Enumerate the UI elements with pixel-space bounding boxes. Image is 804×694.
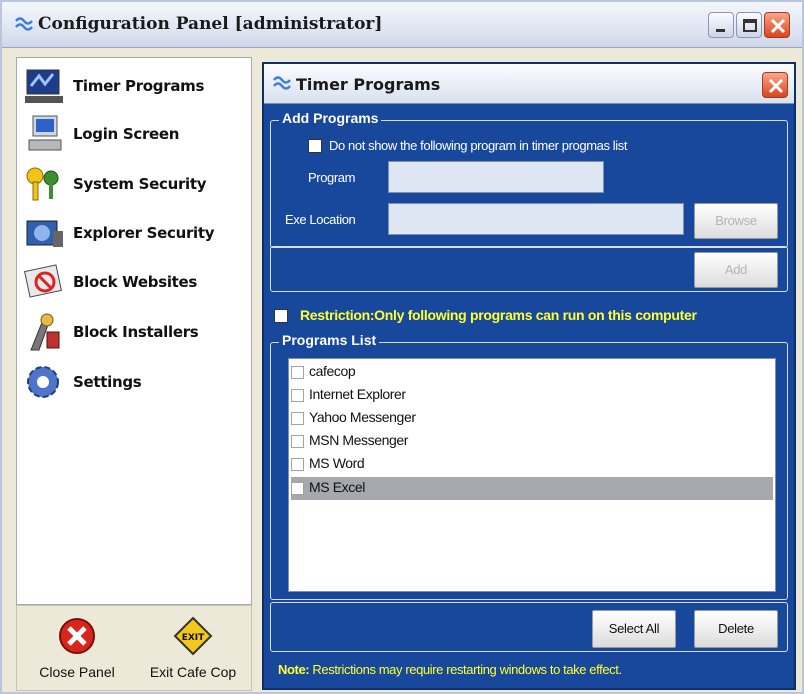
programs-list-group-label: Programs List — [279, 332, 380, 348]
list-item-label: MSN Messenger — [309, 432, 409, 448]
list-item-selected[interactable]: MS Excel — [291, 477, 773, 500]
sidebar-item-label: Timer Programs — [73, 77, 205, 95]
sidebar-item-timer-programs[interactable]: Timer Programs — [17, 62, 253, 110]
keys-icon — [26, 167, 59, 201]
sidebar-item-label: Block Websites — [73, 273, 198, 291]
list-item-checkbox[interactable] — [291, 435, 304, 448]
sidebar-item-label: Block Installers — [73, 323, 199, 341]
cafe-cop-app-icon — [15, 17, 33, 31]
restriction-checkbox[interactable] — [274, 309, 288, 323]
close-circle-icon — [59, 618, 95, 654]
list-item-label: cafecop — [309, 363, 356, 379]
sidebar-item-label: Login Screen — [73, 125, 180, 143]
programs-listbox[interactable]: cafecop Internet Explorer Yahoo Messenge… — [288, 358, 776, 592]
exit-cafe-cop-button[interactable]: EXIT Exit Cafe Cop — [143, 610, 243, 688]
hide-program-checkbox-label: Do not show the following program in tim… — [329, 138, 628, 153]
exe-location-input[interactable] — [388, 203, 684, 235]
minimize-icon — [716, 29, 725, 32]
sidebar-item-label: Explorer Security — [73, 224, 215, 242]
list-item[interactable]: Internet Explorer — [291, 384, 773, 407]
delete-button[interactable]: Delete — [694, 610, 778, 648]
list-item-label: Internet Explorer — [309, 386, 406, 402]
list-item-checkbox[interactable] — [291, 366, 304, 379]
title-bar[interactable]: Configuration Panel [administrator] — [2, 2, 802, 48]
list-item-label: MS Word — [309, 455, 365, 471]
config-panel-window: Configuration Panel [administrator] Time… — [0, 0, 804, 694]
cafe-cop-app-icon — [273, 76, 291, 90]
gear-icon — [27, 366, 59, 398]
block-installers-icon — [30, 313, 60, 351]
exit-cafe-cop-label: Exit Cafe Cop — [149, 664, 237, 680]
list-item[interactable]: MS Word — [291, 453, 773, 476]
list-item[interactable]: Yahoo Messenger — [291, 407, 773, 430]
note-prefix: Note: — [278, 662, 310, 677]
note-text: Restrictions may require restarting wind… — [309, 662, 622, 677]
program-label: Program — [308, 170, 356, 185]
restriction-label: Restriction:Only following programs can … — [300, 307, 697, 323]
exit-sign-icon: EXIT — [173, 616, 213, 656]
list-item-checkbox[interactable] — [291, 458, 304, 471]
list-item-checkbox[interactable] — [291, 412, 304, 425]
close-window-button[interactable] — [764, 12, 790, 38]
block-websites-icon — [24, 264, 62, 298]
login-screen-icon — [28, 115, 62, 151]
explorer-security-icon — [26, 220, 63, 247]
list-item-label: Yahoo Messenger — [309, 409, 416, 425]
maximize-icon — [743, 19, 757, 32]
svg-text:EXIT: EXIT — [182, 633, 205, 643]
sidebar-item-explorer-security[interactable]: Explorer Security — [17, 209, 253, 257]
sidebar: Timer Programs Login Screen System Secur… — [16, 57, 252, 605]
select-all-button[interactable]: Select All — [592, 610, 676, 648]
close-panel-label: Close Panel — [39, 664, 115, 680]
sidebar-item-label: Settings — [73, 373, 142, 391]
sidebar-bottom-bar: Close Panel EXIT Exit Cafe Cop — [16, 605, 252, 691]
sidebar-item-block-websites[interactable]: Block Websites — [17, 258, 253, 306]
sidebar-item-block-installers[interactable]: Block Installers — [17, 308, 253, 356]
exe-location-label: Exe Location — [285, 212, 356, 227]
computer-icon — [25, 69, 63, 103]
list-item[interactable]: MSN Messenger — [291, 430, 773, 453]
close-icon — [768, 78, 784, 94]
list-item-checkbox[interactable] — [291, 389, 304, 402]
close-panel-window-button[interactable] — [762, 72, 788, 98]
panel-title: Timer Programs — [296, 75, 441, 94]
add-programs-group-label: Add Programs — [279, 110, 382, 126]
sidebar-item-label: System Security — [73, 175, 207, 193]
list-item-checkbox[interactable] — [291, 482, 304, 495]
list-item[interactable]: cafecop — [291, 361, 773, 384]
browse-button[interactable]: Browse — [694, 203, 778, 239]
window-title: Configuration Panel [administrator] — [38, 14, 383, 34]
hide-program-checkbox[interactable] — [308, 139, 322, 153]
minimize-button[interactable] — [708, 12, 734, 38]
close-icon — [770, 18, 786, 34]
add-button[interactable]: Add — [694, 252, 778, 288]
sidebar-item-settings[interactable]: Settings — [17, 358, 253, 406]
sidebar-item-login-screen[interactable]: Login Screen — [17, 110, 253, 158]
program-input[interactable] — [388, 161, 604, 193]
restart-note: Note: Restrictions may require restartin… — [278, 662, 622, 677]
sidebar-item-system-security[interactable]: System Security — [17, 160, 253, 208]
maximize-button[interactable] — [736, 12, 762, 38]
panel-title-bar: Timer Programs — [264, 64, 794, 104]
list-item-label: MS Excel — [309, 479, 365, 495]
close-panel-button[interactable]: Close Panel — [27, 610, 127, 688]
